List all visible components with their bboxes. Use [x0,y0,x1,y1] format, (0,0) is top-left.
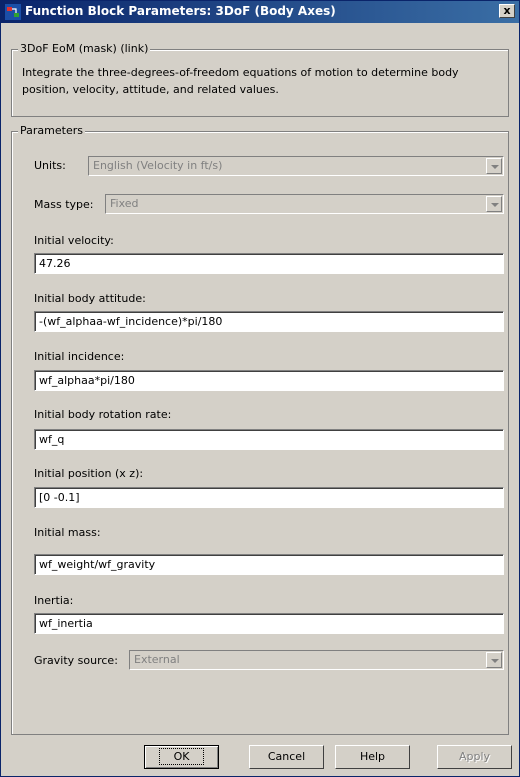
initial-body-rotation-rate-label: Initial body rotation rate: [34,408,172,421]
initial-body-rotation-rate-field[interactable]: wf_q [34,429,504,450]
inertia-field[interactable]: wf_inertia [34,613,504,634]
mask-description-group: 3DoF EoM (mask) (link) Integrate the thr… [11,42,509,117]
help-button[interactable]: Help [335,745,410,769]
chevron-down-icon [486,652,502,668]
chevron-down-icon [486,158,502,174]
dialog-window: Function Block Parameters: 3DoF (Body Ax… [0,0,520,777]
initial-position-field[interactable]: [0 -0.1] [34,487,504,508]
mask-description: Integrate the three-degrees-of-freedom e… [22,66,459,96]
initial-position-label: Initial position (x z): [34,467,144,480]
initial-mass-field[interactable]: wf_weight/wf_gravity [34,554,504,575]
units-select-value: English (Velocity in ft/s) [93,159,223,172]
mass-type-label: Mass type: [34,198,94,211]
mass-type-select[interactable]: Fixed [105,194,504,214]
initial-body-attitude-label: Initial body attitude: [34,292,146,305]
parameters-legend: Parameters [18,124,85,137]
initial-velocity-label: Initial velocity: [34,234,114,247]
ok-button[interactable]: OK [144,745,219,769]
initial-body-attitude-field[interactable]: -(wf_alphaa-wf_incidence)*pi/180 [34,311,504,332]
units-select[interactable]: English (Velocity in ft/s) [88,156,504,176]
initial-incidence-field[interactable]: wf_alphaa*pi/180 [34,370,504,391]
mass-type-select-value: Fixed [110,197,139,210]
inertia-label: Inertia: [34,594,74,607]
initial-mass-label: Initial mass: [34,526,101,539]
apply-button[interactable]: Apply [437,745,512,769]
initial-incidence-label: Initial incidence: [34,350,125,363]
title-bar[interactable]: Function Block Parameters: 3DoF (Body Ax… [1,1,519,23]
gravity-source-select[interactable]: External [129,650,504,670]
cancel-button[interactable]: Cancel [249,745,324,769]
mask-group-legend: 3DoF EoM (mask) (link) [18,42,151,55]
close-button[interactable]: x [499,4,515,18]
ok-button-label: OK [158,748,205,765]
gravity-source-label: Gravity source: [34,654,118,667]
chevron-down-icon [486,196,502,212]
units-label: Units: [34,159,66,172]
initial-velocity-field[interactable]: 47.26 [34,253,504,274]
simulink-block-icon [5,4,21,20]
gravity-source-select-value: External [134,653,180,666]
window-title: Function Block Parameters: 3DoF (Body Ax… [25,4,336,18]
